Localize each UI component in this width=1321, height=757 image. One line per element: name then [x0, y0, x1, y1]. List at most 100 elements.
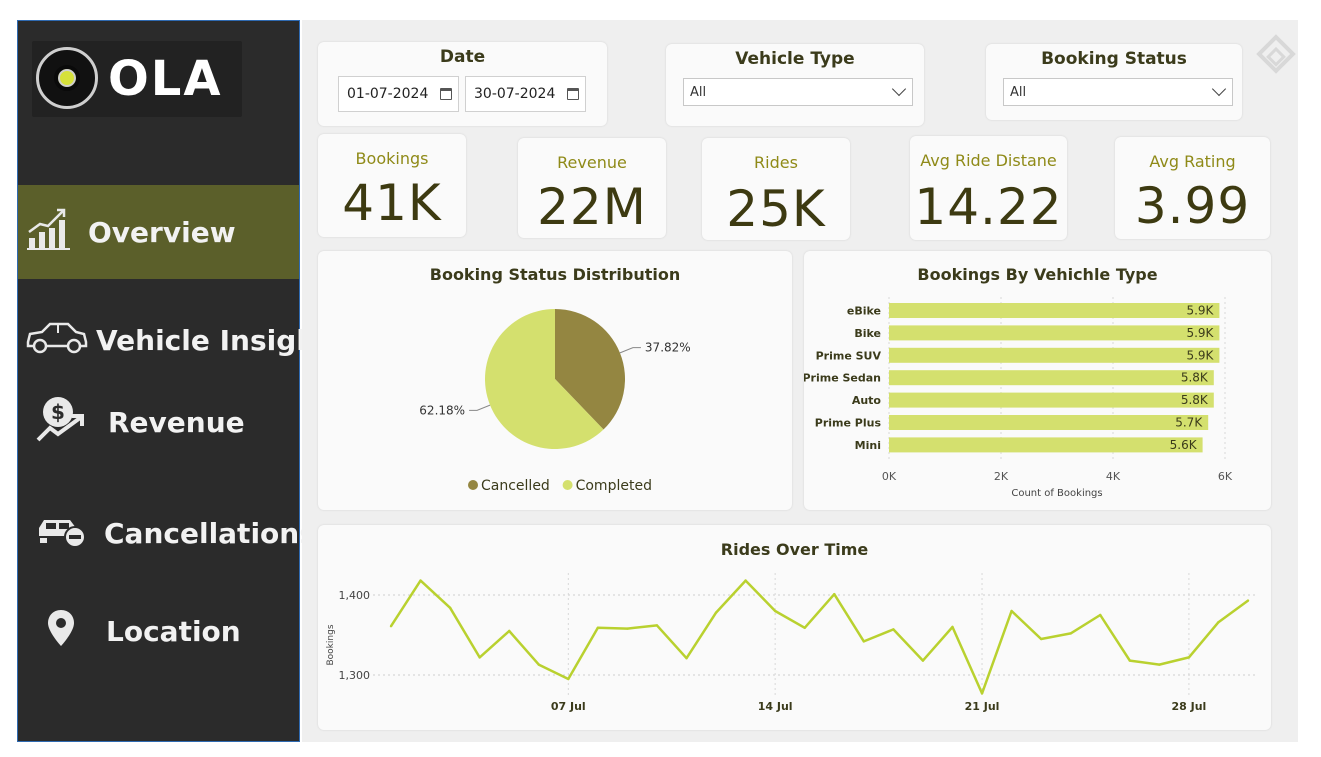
- line-point[interactable]: [596, 626, 600, 629]
- kpi-value: 3.99: [1134, 177, 1251, 235]
- sidebar: OLA Overview Vehicle Insights $ Revenue …: [17, 20, 346, 742]
- line-point[interactable]: [448, 606, 452, 609]
- y-category-label: Prime Sedan: [804, 372, 881, 385]
- x-tick-label: 4K: [1106, 470, 1121, 483]
- line-point[interactable]: [567, 677, 570, 681]
- legend-label-cancelled: Cancelled: [481, 478, 550, 494]
- kpi-card-avg-rating: Avg Rating 3.99: [1115, 137, 1270, 239]
- kpi-label: Revenue: [557, 153, 627, 172]
- y-category-label: eBike: [847, 305, 881, 318]
- booking-status-pie: 37.82% 62.18% Cancelled Completed: [419, 309, 691, 494]
- calendar-icon[interactable]: [567, 88, 579, 100]
- kpi-card-revenue: Revenue 22M: [518, 138, 666, 238]
- car-icon: [24, 320, 88, 361]
- x-tick-label: 28 Jul: [1171, 700, 1206, 713]
- legend-marker: [562, 480, 573, 490]
- bar-data-label: 5.8K: [1181, 371, 1209, 385]
- line-point[interactable]: [389, 625, 393, 628]
- legend-label-completed: Completed: [576, 478, 652, 494]
- bar-prime-plus[interactable]: [889, 415, 1209, 430]
- chevron-down-icon[interactable]: [1211, 81, 1227, 97]
- vehicle-type-title: Vehicle Type: [735, 49, 855, 69]
- nav-label-cancellations: Cancellations: [104, 516, 316, 550]
- bar-ebike[interactable]: [889, 303, 1220, 318]
- legend-marker: [468, 480, 478, 490]
- line-point[interactable]: [862, 640, 866, 643]
- line-point[interactable]: [537, 663, 540, 666]
- ola-logo-text: OLA: [108, 51, 223, 107]
- bar-data-label: 5.6K: [1170, 438, 1198, 452]
- line-point[interactable]: [1187, 656, 1191, 659]
- date-slicer: Date 01-07-2024 30-07-2024: [318, 42, 607, 126]
- y-category-label: Mini: [855, 439, 881, 452]
- date-slicer-title: Date: [439, 47, 486, 67]
- nav-item-overview[interactable]: Overview: [18, 185, 299, 279]
- line-point[interactable]: [1158, 663, 1161, 666]
- kpi-label: Rides: [754, 153, 798, 172]
- bar-data-label: 5.9K: [1186, 348, 1214, 362]
- line-point[interactable]: [1099, 613, 1102, 617]
- line-point[interactable]: [714, 611, 718, 614]
- y-category-label: Prime Plus: [815, 417, 882, 430]
- booking-status-selected: All: [1010, 84, 1027, 100]
- line-point[interactable]: [744, 579, 747, 582]
- date-start-value: 01-07-2024: [347, 86, 429, 102]
- calendar-icon[interactable]: [440, 88, 452, 100]
- line-point[interactable]: [1039, 637, 1043, 641]
- kpi-value: 25K: [726, 180, 826, 238]
- nav-label-location: Location: [106, 614, 241, 648]
- bar-bike[interactable]: [889, 325, 1220, 341]
- y-axis-title: Bookings: [326, 624, 336, 665]
- chevron-down-icon[interactable]: [891, 81, 907, 97]
- main-canvas: Date 01-07-2024 30-07-2024 Vehicle Type …: [302, 20, 1298, 742]
- line-point[interactable]: [773, 609, 777, 613]
- line-point[interactable]: [951, 625, 954, 629]
- line-point[interactable]: [1217, 621, 1220, 624]
- date-end-field[interactable]: 30-07-2024: [465, 76, 586, 112]
- line-point[interactable]: [626, 627, 629, 630]
- line-point[interactable]: [685, 657, 688, 660]
- x-tick-label: 21 Jul: [965, 700, 1000, 713]
- pie-leader-line: [619, 347, 641, 354]
- bar-prime-sedan[interactable]: [889, 370, 1214, 386]
- date-end-value: 30-07-2024: [474, 86, 556, 102]
- line-point[interactable]: [1069, 632, 1072, 635]
- rides-series-line[interactable]: [389, 579, 1249, 695]
- rides-over-time-line: 1,300 1,400 07 Jul 14 Jul 21 Jul 28 Jul Bookin…: [326, 573, 1258, 713]
- nav-item-location[interactable]: Location: [18, 584, 299, 678]
- line-point[interactable]: [980, 692, 984, 695]
- date-start-field[interactable]: 01-07-2024: [338, 76, 459, 112]
- bar-prime-suv[interactable]: [889, 347, 1220, 363]
- line-point[interactable]: [508, 629, 511, 633]
- booking-status-dropdown[interactable]: All: [1003, 78, 1233, 106]
- ola-logo: OLA: [32, 41, 242, 117]
- vehicle-type-dropdown[interactable]: All: [683, 78, 913, 106]
- line-point[interactable]: [892, 628, 895, 631]
- line-point[interactable]: [478, 656, 481, 659]
- vehicle-type-bars: 0K 2K 4K 6K eBike 5.9K Bike 5.9K Prime SUV 5.9K Pr…: [804, 297, 1233, 499]
- kpi-label: Avg Ride Distane: [920, 151, 1057, 170]
- map-pin-icon: [46, 608, 76, 655]
- bar-data-label: 5.9K: [1186, 304, 1214, 318]
- kpi-label: Avg Rating: [1149, 152, 1236, 171]
- bar-mini[interactable]: [889, 437, 1203, 453]
- line-point[interactable]: [419, 579, 422, 582]
- nav-item-cancellations[interactable]: Cancellations: [18, 486, 316, 580]
- dollar-growth-icon: $: [36, 394, 88, 451]
- line-point[interactable]: [921, 659, 925, 662]
- vehicle-type-selected: All: [690, 84, 707, 100]
- bar-auto[interactable]: [889, 392, 1214, 408]
- line-point[interactable]: [655, 624, 659, 627]
- pie-leader-line: [469, 404, 491, 411]
- line-point[interactable]: [803, 626, 806, 629]
- line-point[interactable]: [1010, 609, 1013, 613]
- nav-item-revenue[interactable]: $ Revenue: [18, 375, 299, 469]
- x-tick-label: 07 Jul: [551, 700, 586, 713]
- x-tick-label: 6K: [1218, 470, 1233, 483]
- y-category-label: Auto: [852, 394, 882, 407]
- y-category-label: Prime SUV: [816, 349, 882, 362]
- line-point[interactable]: [1246, 599, 1250, 602]
- nav-item-vehicle-insights[interactable]: Vehicle Insights: [18, 293, 346, 387]
- line-point[interactable]: [833, 593, 836, 596]
- line-point[interactable]: [1128, 659, 1131, 662]
